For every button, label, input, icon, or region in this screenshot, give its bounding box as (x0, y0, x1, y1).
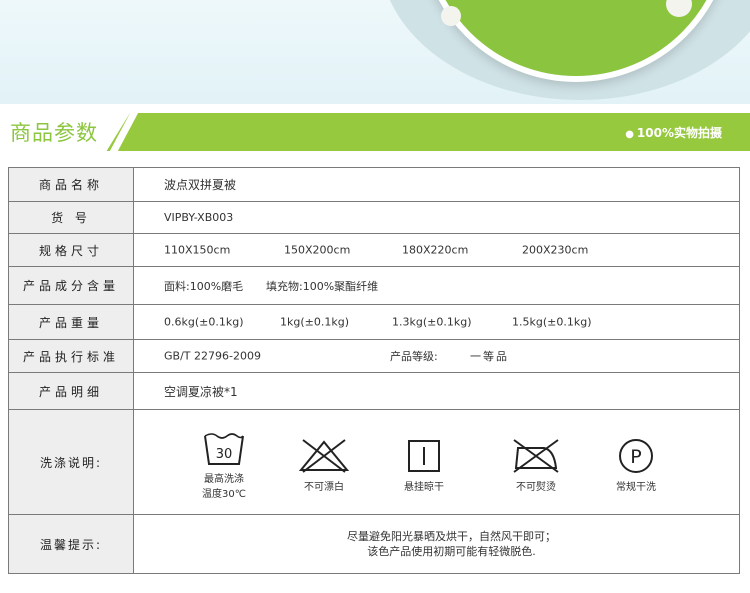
spec-table: 商品名称 波点双拼夏被 货 号 VIPBY-XB003 规格尺寸 110X150… (8, 167, 740, 574)
row-label: 产品执行标准 (9, 340, 134, 372)
row-value: 面料:100%磨毛 填充物:100%聚酯纤维 (164, 279, 379, 293)
table-row: 商品名称 波点双拼夏被 (8, 167, 740, 202)
hang-dry-icon (408, 439, 440, 472)
care-item: 不可漂白 (274, 438, 374, 493)
table-row: 货 号 VIPBY-XB003 (8, 202, 740, 234)
row-value: VIPBY-XB003 (164, 211, 234, 224)
table-row: 温馨提示: 尽量避免阳光暴晒及烘干，自然风干即可； 该色产品使用初期可能有轻微脱… (8, 515, 740, 574)
row-label: 商品名称 (9, 168, 134, 201)
section-title: 商品参数 (10, 121, 98, 145)
dry-clean-p-icon: P (619, 438, 653, 473)
svg-text:P: P (630, 446, 641, 468)
care-item: 30 最高洗涤 温度30℃ (174, 430, 274, 500)
table-row: 洗涤说明: 30 最高洗涤 温度30℃ 不可漂白 悬挂晾干 不可熨烫 P 常规干… (8, 410, 740, 515)
grade-value: 一等品 (470, 350, 509, 363)
table-row: 规格尺寸 110X150cm 150X200cm 180X220cm 200X2… (8, 234, 740, 267)
no-iron-icon (513, 438, 559, 473)
row-label: 产品明细 (9, 373, 134, 409)
table-row: 产品重量 0.6kg(±0.1kg) 1kg(±0.1kg) 1.3kg(±0.… (8, 305, 740, 340)
row-label: 洗涤说明: (9, 410, 134, 514)
section-banner: 商品参数 ● 100%实物拍摄 (0, 113, 750, 151)
table-row: 产品执行标准 GB/T 22796-2009 产品等级: 一等品 (8, 340, 740, 373)
svg-text:30: 30 (216, 447, 233, 462)
grade-label: 产品等级: (390, 350, 438, 363)
table-row: 产品明细 空调夏凉被*1 (8, 373, 740, 410)
care-item: 悬挂晾干 (374, 438, 474, 493)
care-item: P 常规干洗 (586, 438, 686, 493)
row-label: 温馨提示: (9, 515, 134, 573)
row-value: 波点双拼夏被 (164, 178, 237, 192)
row-label: 产品成分含量 (9, 267, 134, 304)
tips-text: 尽量避免阳光暴晒及烘干，自然风干即可； 该色产品使用初期可能有轻微脱色. (347, 530, 556, 558)
row-value: 110X150cm 150X200cm 180X220cm 200X230cm (164, 243, 589, 257)
real-photo-note: ● 100%实物拍摄 (625, 126, 722, 140)
table-row: 产品成分含量 面料:100%磨毛 填充物:100%聚酯纤维 (8, 267, 740, 305)
no-bleach-icon (298, 438, 350, 473)
row-label: 规格尺寸 (9, 234, 134, 266)
wash-30-icon: 30 (204, 433, 244, 465)
care-symbols: 30 最高洗涤 温度30℃ 不可漂白 悬挂晾干 不可熨烫 P 常规干洗 (134, 410, 739, 514)
row-value: 空调夏凉被*1 (164, 384, 238, 399)
care-item: 不可熨烫 (486, 438, 586, 493)
row-label: 货 号 (9, 202, 134, 233)
hero-image (0, 0, 750, 104)
row-label: 产品重量 (9, 305, 134, 339)
row-value: 0.6kg(±0.1kg) 1kg(±0.1kg) 1.3kg(±0.1kg) … (164, 315, 592, 329)
row-value: GB/T 22796-2009 产品等级: 一等品 (164, 349, 509, 364)
bullet-icon: ● (625, 129, 634, 140)
